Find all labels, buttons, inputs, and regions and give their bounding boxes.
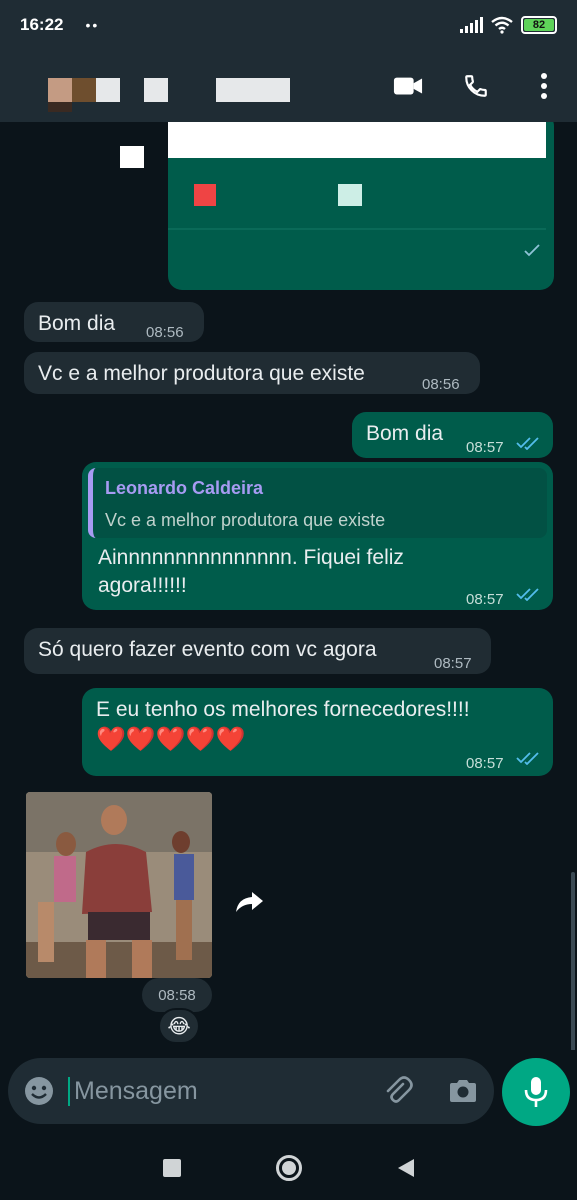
sent-tick-icon [524, 244, 540, 257]
redacted-image-message[interactable] [168, 122, 554, 290]
battery-icon: 82 [521, 16, 557, 34]
incoming-message[interactable]: Só quero fazer evento com vc agora 08:57 [24, 628, 491, 674]
battery-level: 82 [524, 19, 554, 31]
reaction-badge[interactable]: 😂 [158, 1008, 200, 1044]
message-text: Bom dia [38, 312, 116, 335]
read-ticks-icon [516, 437, 539, 450]
message-text: Bom dia [366, 422, 444, 445]
quoted-message[interactable]: Leonardo Caldeira Vc e a melhor produtor… [88, 468, 547, 538]
gif-message[interactable] [26, 792, 212, 978]
message-list[interactable]: Bom dia 08:56 Vc e a melhor produtora qu… [0, 122, 577, 1050]
redacted-area [194, 184, 216, 206]
forward-icon[interactable] [234, 890, 264, 914]
video-call-icon[interactable] [393, 71, 423, 101]
message-time: 08:57 [466, 439, 504, 456]
quoted-text: Vc e a melhor produtora que existe [105, 510, 386, 530]
read-ticks-icon [516, 588, 539, 601]
camera-icon[interactable] [448, 1078, 478, 1104]
redacted-area [168, 122, 546, 158]
emoji-icon[interactable] [24, 1076, 54, 1106]
phone-icon[interactable] [461, 71, 491, 101]
redacted-area [168, 228, 546, 230]
back-icon[interactable] [397, 1158, 415, 1178]
contact-info-redacted[interactable] [18, 56, 290, 116]
signal-icon [460, 17, 483, 33]
message-time: 08:57 [434, 655, 472, 672]
message-text: Vc e a melhor produtora que existe [38, 362, 365, 385]
message-time: 08:57 [466, 755, 504, 772]
message-text: Só quero fazer evento com vc agora [38, 638, 377, 661]
message-text-line: Ainnnnnnnnnnnnnnn. Fiquei feliz [98, 546, 404, 569]
status-bar: 16:22 •• 82 [0, 0, 577, 50]
system-nav-bar [0, 1135, 577, 1200]
home-icon[interactable] [275, 1154, 302, 1181]
outgoing-message[interactable]: E eu tenho os melhores fornecedores!!!! … [82, 688, 553, 776]
message-time: 08:56 [146, 324, 184, 341]
notification-dots: •• [85, 17, 100, 33]
mic-button[interactable] [502, 1058, 570, 1126]
incoming-message[interactable]: Vc e a melhor produtora que existe 08:56 [24, 352, 480, 394]
outgoing-reply-message[interactable]: Leonardo Caldeira Vc e a melhor produtor… [82, 462, 553, 610]
mic-icon [524, 1077, 548, 1107]
message-time: 08:57 [466, 591, 504, 608]
outgoing-message[interactable]: Bom dia 08:57 [352, 412, 553, 458]
redacted-area [338, 184, 362, 206]
incoming-message[interactable]: Bom dia 08:56 [24, 302, 204, 342]
attach-icon[interactable] [382, 1075, 414, 1107]
message-text: E eu tenho os melhores fornecedores!!!! [96, 698, 470, 721]
chat-header[interactable] [0, 50, 577, 122]
message-time: 08:58 [158, 986, 196, 1004]
scrollbar[interactable] [571, 872, 575, 1050]
redacted-area [120, 146, 144, 168]
recents-icon[interactable] [162, 1158, 181, 1177]
more-options-icon[interactable] [529, 71, 559, 101]
composer-bar [0, 1050, 577, 1135]
message-time: 08:56 [422, 376, 460, 393]
gif-thumbnail [26, 792, 212, 978]
status-time: 16:22 [20, 15, 64, 34]
read-ticks-icon [516, 752, 539, 765]
reaction-emoji: 😂 [167, 1015, 191, 1038]
message-composer[interactable] [8, 1058, 494, 1124]
quoted-author: Leonardo Caldeira [105, 478, 264, 498]
message-input[interactable] [68, 1076, 358, 1106]
wifi-icon [491, 16, 513, 34]
gif-time-badge: 08:58 [142, 978, 212, 1012]
